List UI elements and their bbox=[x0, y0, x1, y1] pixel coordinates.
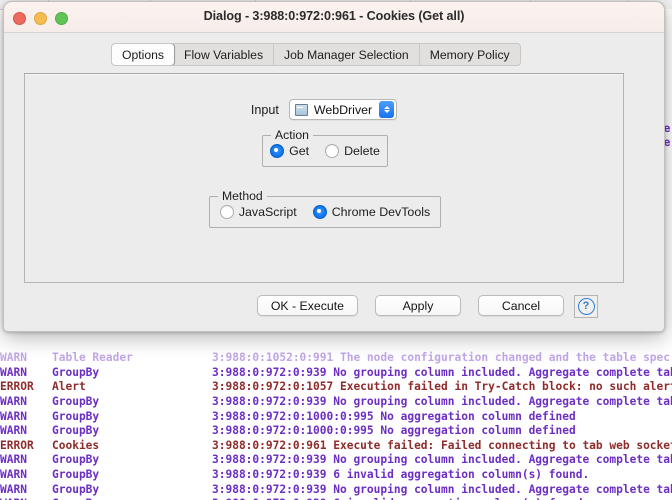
tab-flow-variables-label: Flow Variables bbox=[184, 47, 264, 62]
options-panel: Input WebDriver Action Get Delete Method… bbox=[24, 73, 624, 283]
radio-action-delete-indicator[interactable] bbox=[325, 144, 340, 158]
ok-execute-button[interactable]: OK - Execute bbox=[256, 295, 358, 316]
log-row[interactable]: WARN GroupBy 3:988:0:972:0:939 No grouping… bbox=[0, 453, 672, 468]
log-source: GroupBy bbox=[52, 394, 100, 408]
method-group: Method JavaScript Chrome DevTools bbox=[209, 189, 441, 228]
chevron-updown-icon[interactable] bbox=[379, 101, 395, 118]
cancel-button[interactable]: Cancel bbox=[478, 295, 564, 316]
log-source: Table Reader bbox=[52, 351, 133, 365]
log-row[interactable]: WARN GroupBy 3:988:0:972:0:939 6 invalid a… bbox=[0, 468, 672, 483]
log-level: WARN bbox=[0, 351, 27, 365]
input-port-dropdown[interactable]: WebDriver bbox=[288, 99, 398, 120]
log-level: WARN bbox=[0, 394, 27, 408]
tab-memory-policy-label: Memory Policy bbox=[429, 47, 510, 62]
log-row[interactable]: WARN GroupBy 3:988:0:972:0:939 No grouping… bbox=[0, 483, 672, 498]
log-level: WARN bbox=[0, 365, 27, 379]
log-level: WARN bbox=[0, 424, 27, 438]
log-message: 3:988:0:972:0:939 No grouping column inc… bbox=[212, 394, 672, 408]
action-group-title: Action bbox=[271, 128, 313, 142]
screen-root: ill beill bee.e.e.: Unkn: Unknill beill … bbox=[0, 0, 672, 500]
log-message: 3:988:0:972:0:1057 Execution failed in T… bbox=[212, 380, 672, 394]
question-mark-icon: ? bbox=[577, 298, 595, 315]
action-group: Action Get Delete bbox=[262, 128, 388, 167]
input-row: Input WebDriver bbox=[25, 99, 623, 120]
apply-button[interactable]: Apply bbox=[375, 295, 461, 316]
log-row[interactable]: ERROR Cookies 3:988:0:972:0:961 Execute fa… bbox=[0, 439, 672, 454]
dialog-body: Options Flow Variables Job Manager Selec… bbox=[4, 33, 664, 331]
log-message: 3:988:0:1052:0:991 The node configuratio… bbox=[212, 351, 671, 365]
log-message: 3:988:0:972:0:939 No grouping column inc… bbox=[212, 365, 672, 379]
input-port-selected-value: WebDriver bbox=[313, 102, 373, 117]
radio-method-javascript-label: JavaScript bbox=[238, 205, 297, 219]
log-level: ERROR bbox=[0, 380, 34, 394]
log-source: GroupBy bbox=[52, 453, 100, 467]
radio-action-get-label: Get bbox=[289, 144, 310, 158]
tab-options[interactable]: Options bbox=[111, 44, 176, 65]
radio-action-get[interactable]: Get bbox=[270, 144, 309, 158]
log-level: WARN bbox=[0, 453, 27, 467]
log-row[interactable]: WARN GroupBy 3:988:0:972:0:939 No grouping… bbox=[0, 395, 672, 410]
log-row[interactable]: WARN GroupBy 3:988:0:972:0:1000:0:995 No a… bbox=[0, 410, 672, 425]
log-source: Cookies bbox=[52, 438, 100, 452]
chevron-up-icon bbox=[383, 106, 390, 109]
log-message: 3:988:0:972:0:1000:0:995 No aggregation … bbox=[212, 409, 576, 423]
input-label: Input bbox=[250, 102, 279, 117]
radio-action-delete-label: Delete bbox=[344, 144, 380, 158]
log-level: WARN bbox=[0, 482, 27, 496]
log-row[interactable]: WARN Table Reader 3:988:0:1052:0:991 The n… bbox=[0, 351, 672, 366]
log-message: 3:988:0:972:0:939 6 invalid aggregation … bbox=[212, 467, 590, 481]
tab-job-manager-selection-label: Job Manager Selection bbox=[284, 47, 409, 62]
method-group-title: Method bbox=[218, 189, 267, 203]
log-level: WARN bbox=[0, 409, 27, 423]
radio-method-javascript-indicator[interactable] bbox=[219, 205, 234, 219]
dialog-footer: OK - Execute Apply Cancel ? bbox=[4, 295, 664, 318]
radio-method-javascript[interactable]: JavaScript bbox=[219, 205, 297, 219]
log-message: 3:988:0:972:0:939 No grouping column inc… bbox=[212, 453, 672, 467]
tab-options-label: Options bbox=[122, 47, 165, 62]
tab-job-manager-selection[interactable]: Job Manager Selection bbox=[274, 44, 420, 65]
log-message: 3:988:0:972:0:961 Execute failed: Failed… bbox=[212, 438, 672, 452]
radio-action-get-indicator[interactable] bbox=[270, 144, 285, 158]
log-row[interactable]: WARN GroupBy 3:988:0:972:0:1000:0:995 No a… bbox=[0, 424, 672, 439]
log-source: Alert bbox=[52, 380, 86, 394]
chevron-down-icon bbox=[383, 110, 390, 113]
console-log-panel[interactable]: WARN Table Reader 3:988:0:1052:0:991 The n… bbox=[0, 322, 672, 500]
log-source: GroupBy bbox=[52, 424, 100, 438]
log-level: WARN bbox=[0, 467, 27, 481]
radio-method-chrome-devtools-indicator[interactable] bbox=[312, 205, 327, 219]
log-source: GroupBy bbox=[52, 482, 100, 496]
tab-memory-policy[interactable]: Memory Policy bbox=[420, 44, 520, 65]
dialog-titlebar[interactable]: Dialog - 3:988:0:972:0:961 - Cookies (Ge… bbox=[4, 2, 664, 33]
log-source: GroupBy bbox=[52, 467, 100, 481]
port-icon bbox=[294, 103, 308, 116]
log-message: 3:988:0:972:0:1000:0:995 No aggregation … bbox=[212, 424, 576, 438]
radio-action-delete[interactable]: Delete bbox=[325, 144, 380, 158]
log-source: GroupBy bbox=[52, 365, 100, 379]
log-message: 3:988:0:972:0:939 No grouping column inc… bbox=[212, 482, 672, 496]
radio-method-chrome-devtools[interactable]: Chrome DevTools bbox=[312, 205, 431, 219]
log-level: ERROR bbox=[0, 438, 34, 452]
dialog-title: Dialog - 3:988:0:972:0:961 - Cookies (Ge… bbox=[203, 9, 465, 23]
log-row[interactable]: ERROR Alert 3:988:0:972:0:1057 Execution f… bbox=[0, 380, 672, 395]
radio-method-chrome-devtools-label: Chrome DevTools bbox=[331, 205, 431, 219]
log-row[interactable]: WARN GroupBy 3:988:0:972:0:939 No grouping… bbox=[0, 366, 672, 381]
tab-flow-variables[interactable]: Flow Variables bbox=[174, 44, 275, 65]
node-configuration-dialog: Dialog - 3:988:0:972:0:961 - Cookies (Ge… bbox=[3, 1, 665, 332]
help-button[interactable]: ? bbox=[574, 295, 598, 318]
log-source: GroupBy bbox=[52, 409, 100, 423]
tab-bar: Options Flow Variables Job Manager Selec… bbox=[111, 43, 521, 66]
